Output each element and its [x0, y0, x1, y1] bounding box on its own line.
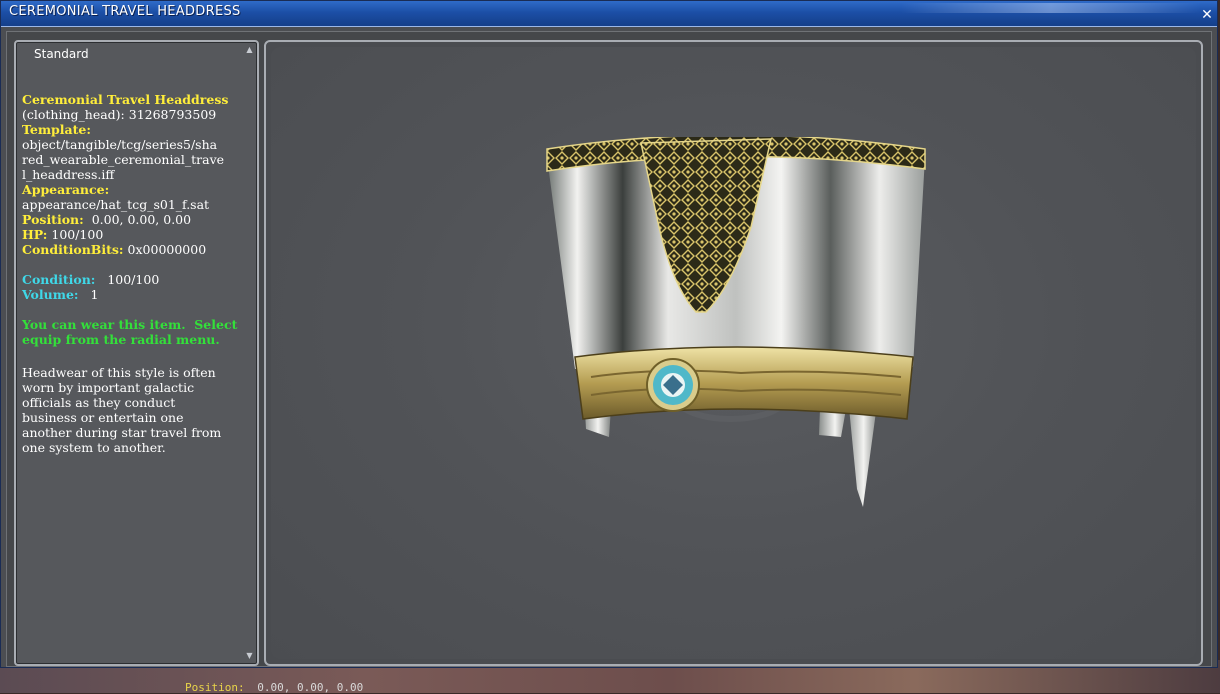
window-title: CEREMONIAL TRAVEL HEADDRESS [9, 4, 241, 19]
condition-label: Condition: [22, 272, 96, 287]
position-value: 0.00, 0.00, 0.00 [83, 212, 192, 227]
item-info-text: Ceremonial Travel Headdress (clothing_he… [22, 92, 247, 455]
world-position-label: Position: [185, 681, 245, 694]
conditionbits-value: 0x00000000 [123, 242, 207, 257]
template-label: Template: [22, 122, 91, 137]
item-info-panel[interactable]: Standard Ceremonial Travel Headdress (cl… [14, 40, 259, 666]
item-name: Ceremonial Travel Headdress [22, 92, 229, 107]
description-line: one system to another. [22, 440, 166, 455]
wear-hint-line: You can wear this item. Select [22, 317, 238, 332]
world-position-value: 0.00, 0.00, 0.00 [257, 681, 364, 694]
world-position-readout: Position: 0.00, 0.00, 0.00 [185, 681, 363, 694]
item-3d-viewer[interactable] [264, 40, 1203, 666]
template-line: red_wearable_ceremonial_trave [22, 152, 225, 167]
scroll-down-icon[interactable]: ▼ [245, 652, 254, 660]
description-line: officials as they conduct [22, 395, 176, 410]
appearance-label: Appearance: [22, 182, 110, 197]
wear-hint-line: equip from the radial menu. [22, 332, 220, 347]
scroll-up-icon[interactable]: ▲ [245, 46, 254, 54]
template-line: object/tangible/tcg/series5/sha [22, 137, 218, 152]
item-viewport[interactable] [271, 47, 1196, 659]
headdress-model [546, 137, 926, 507]
titlebar-gloss [901, 3, 1201, 13]
item-id: (clothing_head): 31268793509 [22, 107, 217, 122]
position-row: Position: 0.00, 0.00, 0.00 [22, 212, 247, 227]
template-line: l_headdress.iff [22, 167, 115, 182]
volume-row: Volume: 1 [22, 287, 247, 302]
volume-value: 1 [78, 287, 99, 302]
appearance-value: appearance/hat_tcg_s01_f.sat [22, 197, 210, 212]
description-line: worn by important galactic [22, 380, 195, 395]
conditionbits-row: ConditionBits: 0x00000000 [22, 242, 247, 257]
hp-value: 100/100 [47, 227, 104, 242]
close-icon[interactable]: ✕ [1199, 7, 1215, 23]
tab-standard[interactable]: Standard [34, 47, 89, 61]
hp-row: HP: 100/100 [22, 227, 247, 242]
condition-value: 100/100 [95, 272, 160, 287]
description-line: Headwear of this style is often [22, 365, 216, 380]
info-scrollbar[interactable]: ▲ ▼ [245, 46, 254, 660]
conditionbits-label: ConditionBits: [22, 242, 124, 257]
volume-label: Volume: [22, 287, 79, 302]
description-line: another during star travel from [22, 425, 222, 440]
position-label: Position: [22, 212, 84, 227]
condition-row: Condition: 100/100 [22, 272, 247, 287]
description-line: business or entertain one [22, 410, 184, 425]
hp-label: HP: [22, 227, 48, 242]
window-titlebar[interactable]: CEREMONIAL TRAVEL HEADDRESS ✕ [1, 1, 1217, 27]
